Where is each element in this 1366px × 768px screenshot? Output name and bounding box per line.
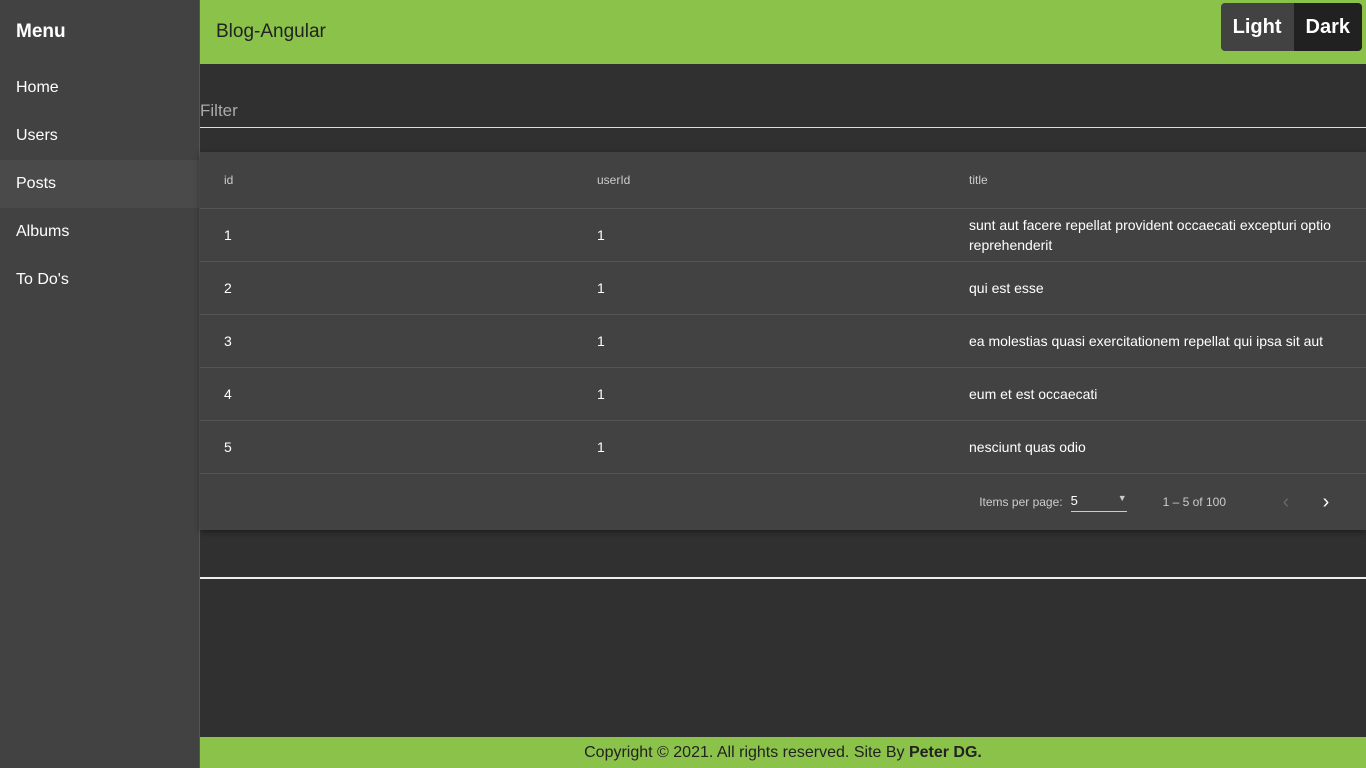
footer-text: Copyright © 2021. All rights reserved. S… (584, 744, 909, 761)
cell-id: 2 (224, 280, 232, 296)
cell-userid: 1 (597, 280, 605, 296)
cell-title: eum et est occaecati (969, 386, 1098, 402)
theme-toggle: Light Dark (1220, 3, 1362, 51)
app-title: Blog-Angular (216, 21, 326, 42)
page-size-select[interactable]: 5 ▼ (1070, 492, 1127, 512)
sidebar: Menu Home Users Posts Albums To Do's (0, 0, 200, 768)
sidebar-item-users[interactable]: Users (0, 112, 199, 160)
sidebar-item-albums[interactable]: Albums (0, 208, 199, 256)
cell-id: 5 (224, 439, 232, 455)
menu-title: Menu (16, 21, 66, 42)
cell-id: 1 (224, 227, 232, 243)
cell-userid: 1 (597, 386, 605, 402)
top-toolbar: Blog-Angular Light Dark (200, 0, 1366, 64)
previous-page-button[interactable]: ‹ (1266, 491, 1306, 514)
posts-table: id userId title 1 1 sunt aut facere repell… (200, 152, 1366, 530)
column-header-title[interactable]: title (946, 170, 1366, 190)
table-row: 3 1 ea molestias quasi exercitationem repe… (200, 315, 1366, 368)
table-header: id userId title (200, 152, 1366, 209)
sidebar-item-posts[interactable]: Posts (0, 160, 199, 208)
cell-userid: 1 (597, 333, 605, 349)
filter-input[interactable]: Filter (200, 96, 1366, 128)
divider (200, 577, 1366, 579)
cell-title: sunt aut facere repellat provident occae… (969, 217, 1331, 253)
cell-title: nesciunt quas odio (969, 439, 1086, 455)
cell-title: qui est esse (969, 280, 1044, 296)
paginator: Items per page: 5 ▼ 1 – 5 of 100 ‹ › (200, 474, 1366, 530)
page-size-value: 5 (1070, 492, 1078, 508)
cell-title: ea molestias quasi exercitationem repell… (969, 333, 1324, 349)
next-page-button[interactable]: › (1306, 491, 1346, 514)
table-row: 2 1 qui est esse (200, 262, 1366, 315)
table-row: 5 1 nesciunt quas odio (200, 421, 1366, 474)
sidebar-item-home[interactable]: Home (0, 64, 199, 112)
items-per-page-label: Items per page: (979, 495, 1063, 509)
cell-userid: 1 (597, 439, 605, 455)
light-theme-button[interactable]: Light (1220, 3, 1294, 51)
table-row: 4 1 eum et est occaecati (200, 368, 1366, 421)
table-row: 1 1 sunt aut facere repellat provident occ… (200, 209, 1366, 262)
column-header-id[interactable]: id (200, 173, 573, 187)
footer-author: Peter DG. (908, 744, 982, 761)
sidebar-item-todos[interactable]: To Do's (0, 256, 199, 304)
footer: Copyright © 2021. All rights reserved. S… (200, 737, 1366, 768)
cell-id: 4 (224, 386, 232, 402)
column-header-userid[interactable]: userId (573, 173, 946, 187)
cell-id: 3 (224, 333, 232, 349)
page-range: 1 – 5 of 100 (1162, 495, 1226, 509)
dark-theme-button[interactable]: Dark (1293, 3, 1362, 51)
dropdown-arrow-icon: ▼ (1117, 492, 1127, 503)
cell-userid: 1 (597, 227, 605, 243)
